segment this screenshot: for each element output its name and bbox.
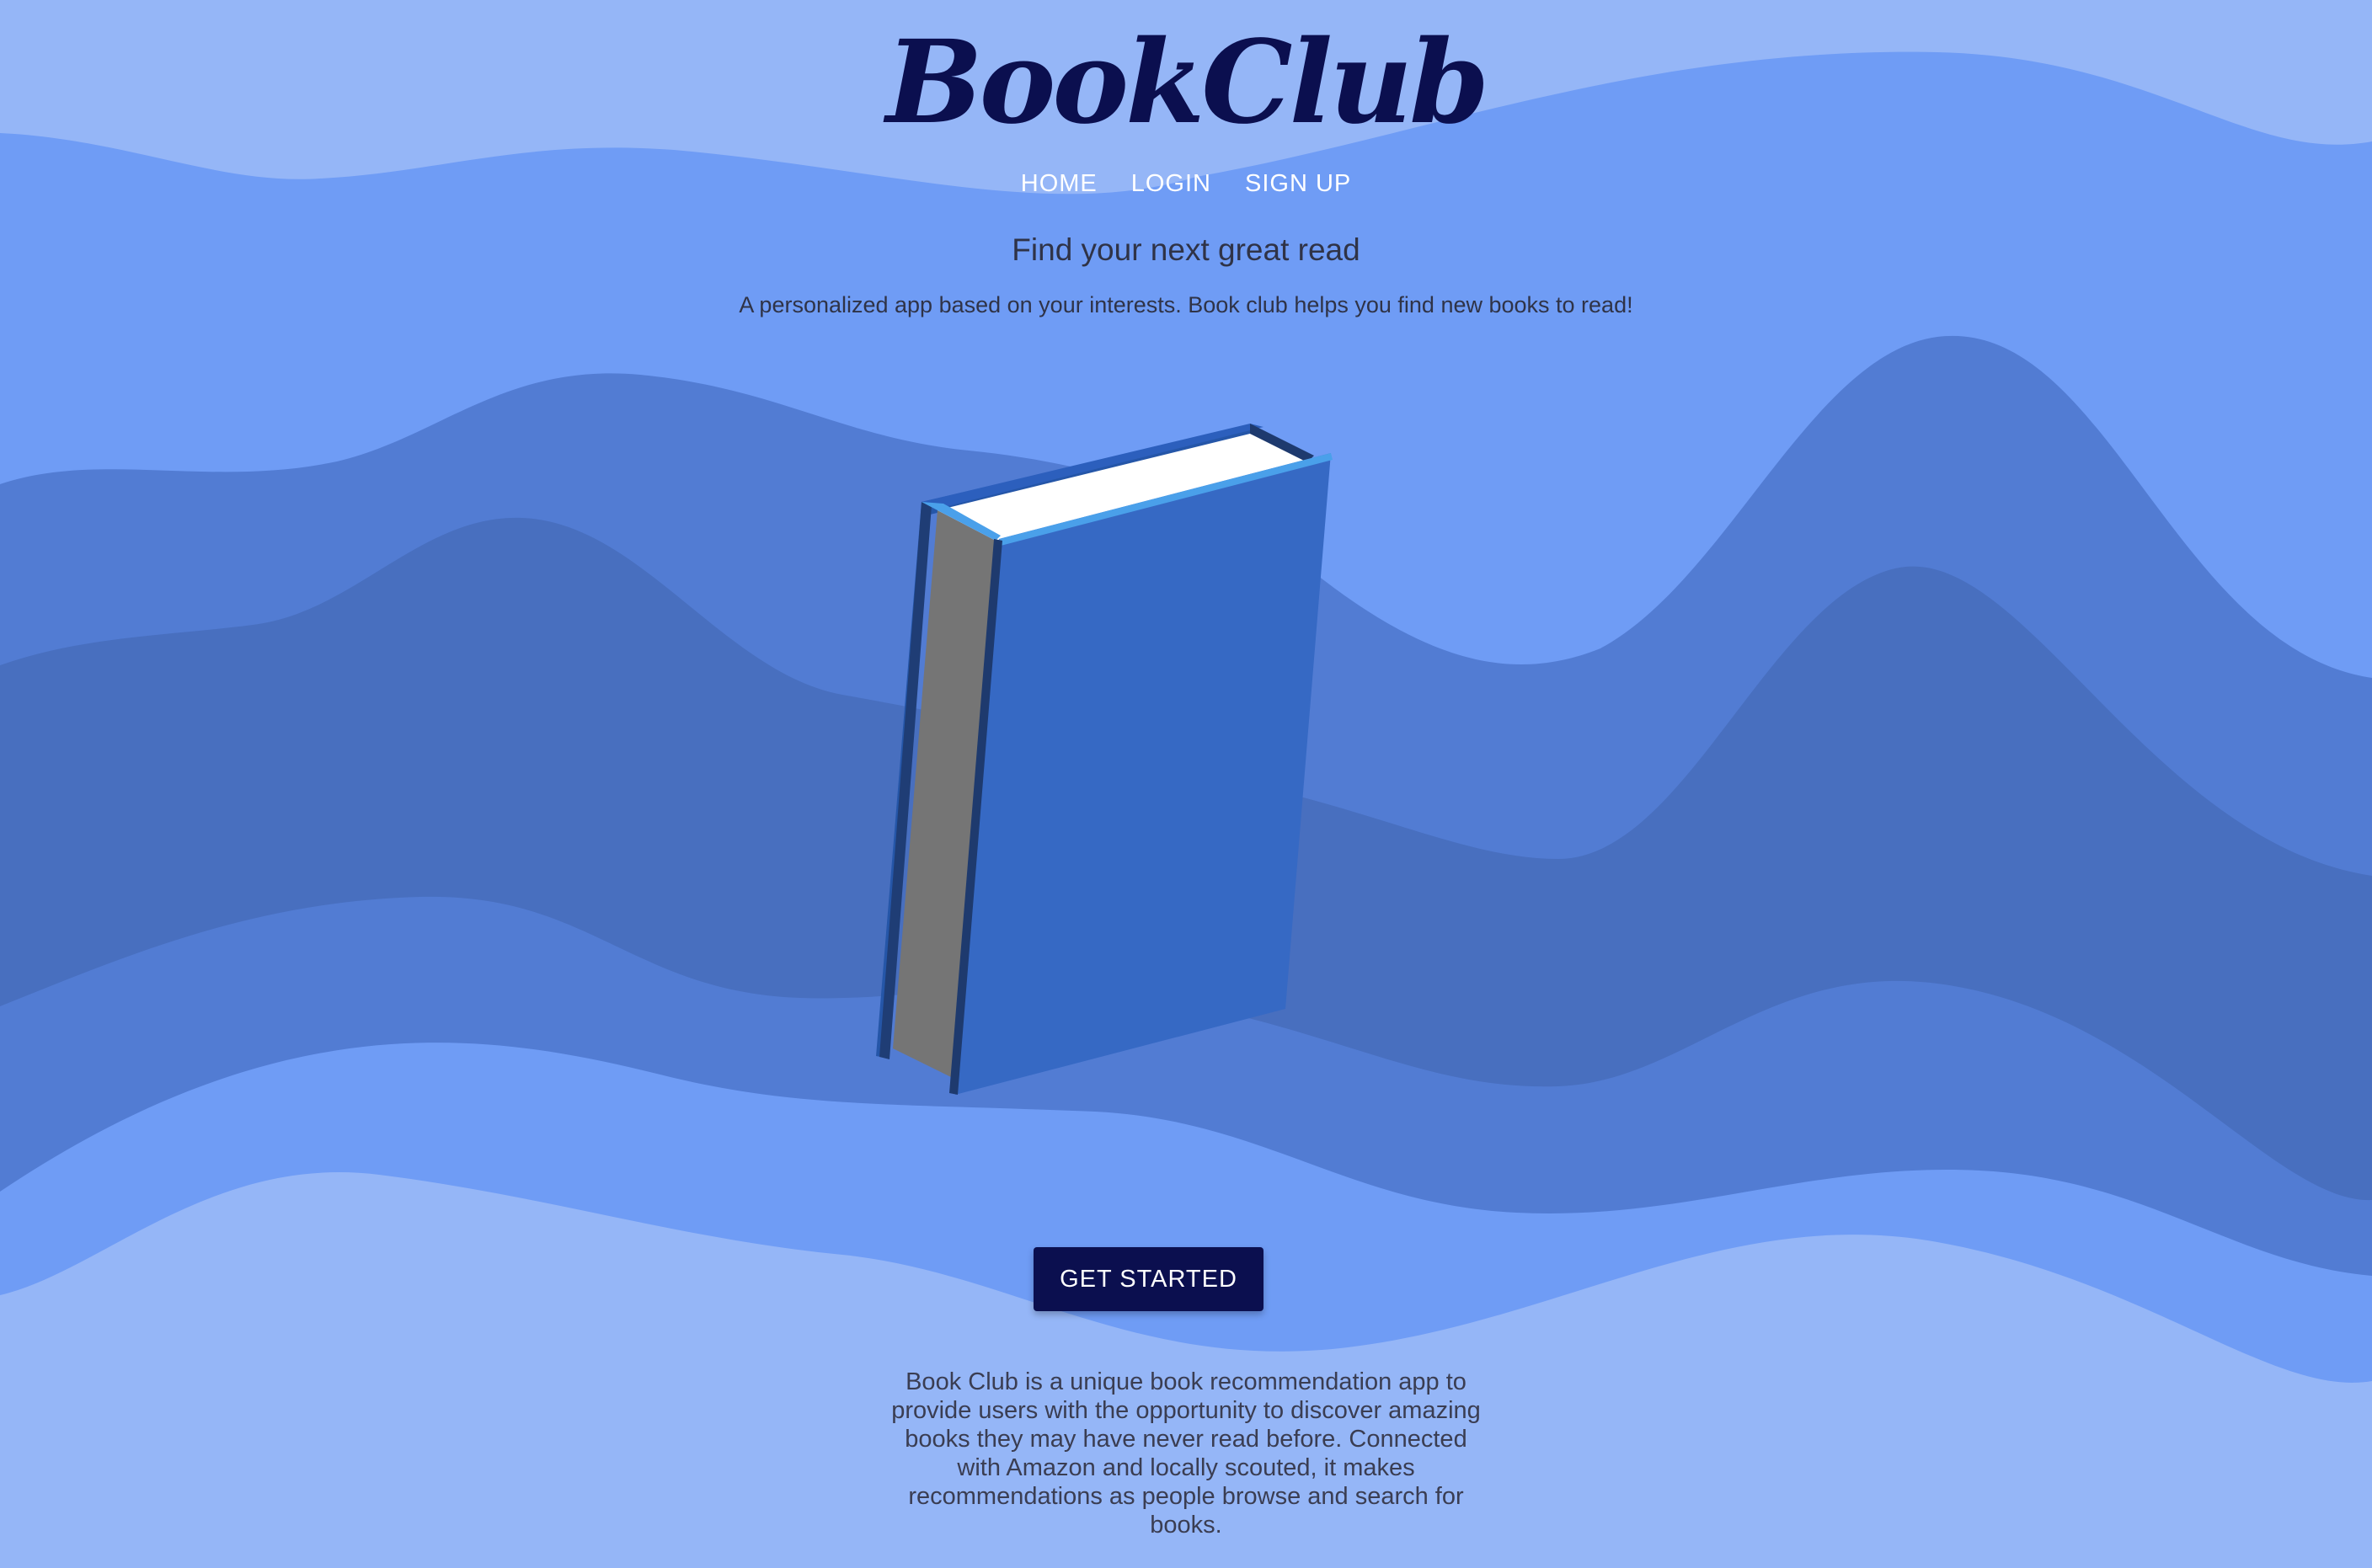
- about-text: Book Club is a unique book recommendatio…: [891, 1368, 1481, 1539]
- hero-subtitle: A personalized app based on your interes…: [739, 292, 1633, 317]
- get-started-button[interactable]: GET STARTED: [1034, 1247, 1263, 1311]
- nav-home-link[interactable]: HOME: [1021, 167, 1098, 200]
- hero-tagline: Find your next great read: [1012, 232, 1360, 267]
- main-nav: HOME LOGIN SIGN UP: [0, 167, 2372, 200]
- nav-signup-link[interactable]: SIGN UP: [1245, 167, 1351, 200]
- brand-logo[interactable]: BookClub: [0, 15, 2372, 150]
- nav-login-link[interactable]: LOGIN: [1131, 167, 1211, 200]
